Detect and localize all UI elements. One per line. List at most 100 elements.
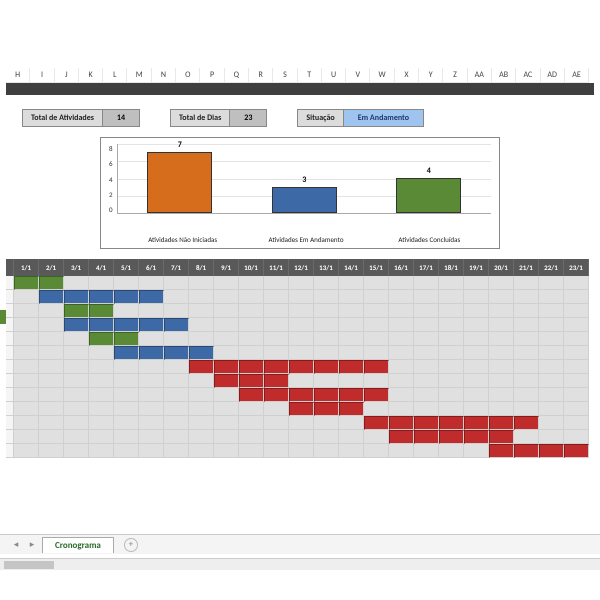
gantt-cell-filled[interactable] bbox=[314, 388, 339, 402]
gantt-cell[interactable] bbox=[89, 276, 114, 290]
gantt-cell[interactable] bbox=[464, 276, 489, 290]
gantt-cell[interactable] bbox=[264, 276, 289, 290]
gantt-cell-filled[interactable] bbox=[189, 360, 214, 374]
gantt-cell-filled[interactable] bbox=[89, 332, 114, 346]
gantt-cell[interactable] bbox=[464, 346, 489, 360]
gantt-cell[interactable] bbox=[189, 374, 214, 388]
gantt-cell[interactable] bbox=[114, 430, 139, 444]
gantt-cell[interactable] bbox=[214, 304, 239, 318]
gantt-cell[interactable] bbox=[14, 402, 39, 416]
gantt-cell[interactable] bbox=[539, 388, 564, 402]
gantt-cell[interactable] bbox=[89, 444, 114, 458]
gantt-cell[interactable] bbox=[214, 444, 239, 458]
gantt-cell[interactable] bbox=[64, 388, 89, 402]
gantt-cell[interactable] bbox=[164, 290, 189, 304]
col-AA[interactable]: AA bbox=[468, 68, 492, 83]
col-Z[interactable]: Z bbox=[443, 68, 467, 83]
gantt-cell[interactable] bbox=[39, 402, 64, 416]
gantt-cell[interactable] bbox=[214, 346, 239, 360]
gantt-cell[interactable] bbox=[164, 360, 189, 374]
gantt-cell[interactable] bbox=[89, 346, 114, 360]
gantt-cell[interactable] bbox=[289, 290, 314, 304]
gantt-cell[interactable] bbox=[89, 402, 114, 416]
gantt-row[interactable] bbox=[6, 304, 594, 318]
gantt-cell[interactable] bbox=[214, 416, 239, 430]
gantt-cell[interactable] bbox=[64, 444, 89, 458]
gantt-cell-filled[interactable] bbox=[289, 388, 314, 402]
gantt-cell[interactable] bbox=[114, 444, 139, 458]
gantt-cell[interactable] bbox=[39, 360, 64, 374]
col-O[interactable]: O bbox=[176, 68, 200, 83]
sheet-tab-cronograma[interactable]: Cronograma bbox=[42, 537, 114, 553]
gantt-cell[interactable] bbox=[139, 402, 164, 416]
gantt-cell[interactable] bbox=[139, 388, 164, 402]
gantt-cell[interactable] bbox=[39, 346, 64, 360]
gantt-cell[interactable] bbox=[564, 416, 589, 430]
gantt-cell[interactable] bbox=[214, 290, 239, 304]
gantt-cell-filled[interactable] bbox=[139, 318, 164, 332]
gantt-cell[interactable] bbox=[339, 332, 364, 346]
gantt-cell[interactable] bbox=[389, 388, 414, 402]
gantt-cell[interactable] bbox=[539, 276, 564, 290]
gantt-cell[interactable] bbox=[414, 332, 439, 346]
gantt-cell[interactable] bbox=[414, 374, 439, 388]
gantt-cell[interactable] bbox=[214, 402, 239, 416]
gantt-row[interactable] bbox=[6, 430, 594, 444]
col-R[interactable]: R bbox=[249, 68, 273, 83]
gantt-cell[interactable] bbox=[164, 374, 189, 388]
gantt-row[interactable] bbox=[6, 374, 594, 388]
gantt-cell[interactable] bbox=[414, 360, 439, 374]
gantt-cell-filled[interactable] bbox=[364, 416, 389, 430]
gantt-cell[interactable] bbox=[39, 430, 64, 444]
gantt-cell-filled[interactable] bbox=[389, 416, 414, 430]
gantt-cell[interactable] bbox=[364, 304, 389, 318]
gantt-cell[interactable] bbox=[439, 360, 464, 374]
gantt-cell[interactable] bbox=[39, 416, 64, 430]
gantt-cell[interactable] bbox=[239, 276, 264, 290]
gantt-cell[interactable] bbox=[39, 444, 64, 458]
gantt-cell[interactable] bbox=[464, 332, 489, 346]
gantt-cell-filled[interactable] bbox=[439, 416, 464, 430]
gantt-cell[interactable] bbox=[364, 402, 389, 416]
gantt-cell[interactable] bbox=[389, 360, 414, 374]
gantt-cell[interactable] bbox=[64, 416, 89, 430]
gantt-cell-filled[interactable] bbox=[14, 276, 39, 290]
gantt-cell[interactable] bbox=[14, 416, 39, 430]
gantt-cell[interactable] bbox=[439, 444, 464, 458]
gantt-cell[interactable] bbox=[114, 360, 139, 374]
gantt-cell[interactable] bbox=[514, 304, 539, 318]
gantt-cell[interactable] bbox=[164, 304, 189, 318]
gantt-cell[interactable] bbox=[39, 388, 64, 402]
gantt-cell-filled[interactable] bbox=[114, 290, 139, 304]
gantt-cell[interactable] bbox=[289, 444, 314, 458]
gantt-cell[interactable] bbox=[314, 444, 339, 458]
col-V[interactable]: V bbox=[346, 68, 370, 83]
gantt-cell[interactable] bbox=[539, 304, 564, 318]
gantt-cell[interactable] bbox=[14, 388, 39, 402]
gantt-cell[interactable] bbox=[114, 374, 139, 388]
gantt-cell[interactable] bbox=[539, 332, 564, 346]
gantt-cell[interactable] bbox=[164, 402, 189, 416]
gantt-cell[interactable] bbox=[414, 276, 439, 290]
gantt-cell[interactable] bbox=[139, 276, 164, 290]
gantt-cell[interactable] bbox=[239, 318, 264, 332]
gantt-cell[interactable] bbox=[139, 332, 164, 346]
gantt-cell[interactable] bbox=[389, 374, 414, 388]
gantt-cell[interactable] bbox=[389, 304, 414, 318]
gantt-cell[interactable] bbox=[89, 360, 114, 374]
gantt-cell[interactable] bbox=[414, 346, 439, 360]
gantt-cell[interactable] bbox=[489, 360, 514, 374]
gantt-row[interactable] bbox=[6, 360, 594, 374]
gantt-cell-filled[interactable] bbox=[114, 332, 139, 346]
gantt-cell[interactable] bbox=[539, 374, 564, 388]
gantt-cell[interactable] bbox=[189, 388, 214, 402]
gantt-cell-filled[interactable] bbox=[64, 290, 89, 304]
gantt-cell-filled[interactable] bbox=[414, 430, 439, 444]
gantt-cell-filled[interactable] bbox=[539, 444, 564, 458]
gantt-cell[interactable] bbox=[489, 276, 514, 290]
gantt-cell[interactable] bbox=[564, 318, 589, 332]
gantt-cell[interactable] bbox=[164, 444, 189, 458]
gantt-cell[interactable] bbox=[339, 290, 364, 304]
gantt-cell-filled[interactable] bbox=[289, 402, 314, 416]
gantt-cell[interactable] bbox=[489, 290, 514, 304]
